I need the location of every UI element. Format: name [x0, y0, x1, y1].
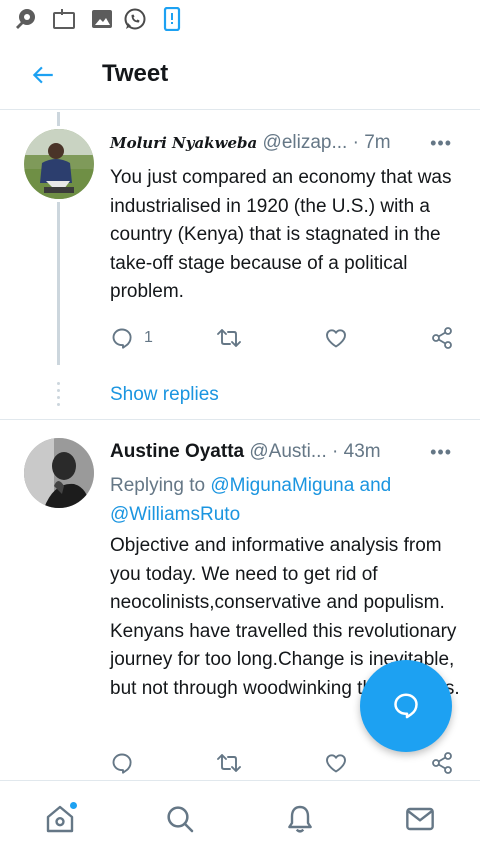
- show-replies-link[interactable]: Show replies: [110, 381, 219, 409]
- image-icon: [90, 7, 114, 36]
- phone-icon: [160, 6, 184, 36]
- home-badge-dot: [69, 801, 78, 810]
- thread-line: [57, 202, 60, 365]
- avatar[interactable]: [24, 129, 94, 199]
- compose-reply-button[interactable]: [360, 660, 452, 752]
- notification-card-icon: [52, 7, 76, 36]
- thread-more-dots: [57, 382, 60, 410]
- share-icon: [432, 327, 452, 349]
- thread-line: [57, 112, 60, 126]
- bottom-navigation: [0, 780, 480, 854]
- back-button[interactable]: [26, 58, 60, 92]
- replying-to: Replying to @MigunaMiguna and @WilliamsR…: [110, 472, 460, 529]
- handle[interactable]: @Austi...: [249, 441, 326, 462]
- nav-notifications[interactable]: [280, 799, 320, 839]
- display-name[interactable]: Austine Oyatta: [110, 441, 244, 462]
- tweet-text: You just compared an economy that was in…: [110, 167, 452, 302]
- app-bar: Tweet: [0, 42, 480, 110]
- more-options-button[interactable]: •••: [430, 129, 452, 157]
- share-icon: [432, 752, 452, 774]
- timestamp: · 7m: [352, 132, 391, 153]
- status-bar: [0, 0, 480, 38]
- messages-icon: [406, 807, 434, 831]
- like-button[interactable]: [324, 748, 348, 778]
- retweet-button[interactable]: [216, 323, 242, 353]
- display-name[interactable]: 𝑴𝒐𝒍𝒖𝒓𝒊 𝑵𝒚𝒂𝒌𝒘𝒆𝒃𝒂: [110, 134, 257, 152]
- divider: [0, 419, 480, 420]
- tweet-header: Austine Oyatta @Austi... · 43m •••: [110, 438, 460, 466]
- reply-icon: [112, 328, 132, 349]
- retweet-button[interactable]: [216, 748, 242, 778]
- like-button[interactable]: [324, 323, 348, 353]
- retweet-icon: [217, 754, 241, 772]
- reply-icon: [112, 753, 132, 774]
- nav-messages[interactable]: [400, 799, 440, 839]
- reply-button[interactable]: 1: [110, 323, 153, 353]
- search-icon: [167, 806, 194, 833]
- share-button[interactable]: [430, 323, 454, 353]
- tweet-header: 𝑴𝒐𝒍𝒖𝒓𝒊 𝑵𝒚𝒂𝒌𝒘𝒆𝒃𝒂 @elizap... · 7m •••: [110, 129, 460, 157]
- whatsapp-icon: [123, 7, 147, 36]
- retweet-icon: [217, 329, 241, 347]
- tweet-actions: 1: [110, 323, 460, 353]
- more-options-button[interactable]: •••: [430, 438, 452, 466]
- reply-button[interactable]: [110, 748, 134, 778]
- avatar[interactable]: [24, 438, 94, 508]
- heart-icon: [326, 329, 346, 348]
- nav-home[interactable]: [40, 799, 80, 839]
- reply-count: 1: [144, 329, 153, 346]
- arrow-left-icon: [32, 66, 53, 84]
- timestamp: · 43m: [332, 441, 381, 462]
- nav-search[interactable]: [160, 799, 200, 839]
- sync-icon: [14, 7, 38, 36]
- notifications-icon: [288, 805, 312, 833]
- page-title: Tweet: [102, 60, 169, 87]
- reply-bubble-icon: [394, 693, 418, 719]
- heart-icon: [326, 754, 346, 773]
- tweet-actions: [110, 748, 460, 778]
- replying-prefix: Replying to: [110, 475, 206, 496]
- share-button[interactable]: [430, 748, 454, 778]
- handle[interactable]: @elizap...: [263, 132, 348, 153]
